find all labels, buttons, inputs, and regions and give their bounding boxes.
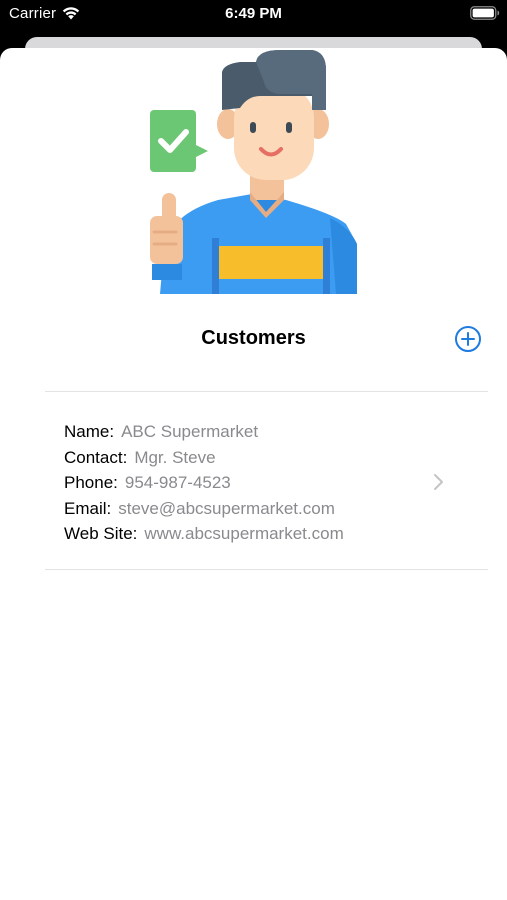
phone-field: Phone: 954-987-4523 [64,470,344,496]
email-value: steve@abcsupermarket.com [118,498,335,518]
website-value: www.abcsupermarket.com [144,524,344,543]
website-label: Web Site: [64,524,138,543]
customers-sheet: Customers Name: ABC Supermarket Contact: M… [0,48,507,900]
contact-value: Mgr. Steve [134,447,216,467]
bottom-divider [45,569,488,570]
phone-label: Phone: [64,473,118,492]
name-label: Name: [64,422,115,441]
page-title: Customers [201,327,306,349]
phone-value: 954-987-4523 [124,473,231,492]
contact-field: Contact: Mgr. Steve [64,445,344,471]
name-field: Name: ABC Supermarket [64,419,344,445]
status-bar: Carrier 6:49 PM [0,0,507,30]
add-customer-button[interactable] [454,325,482,353]
contact-label: Contact: [64,447,128,467]
battery-icon [470,6,500,20]
top-divider [45,391,488,392]
customer-details: Name: ABC Supermarket Contact: Mgr. Steve … [64,419,344,547]
name-value: ABC Supermarket [121,422,259,441]
status-time: 6:49 PM [225,5,282,22]
screen: Carrier 6:49 PM Customers Name: ABC Supe… [0,0,507,900]
customer-thumbs-up-illustration [150,50,357,294]
email-label: Email: [64,498,112,518]
email-field: Email: steve@abcsupermarket.com [64,496,344,522]
customer-row[interactable]: Name: ABC Supermarket Contact: Mgr. Steve … [0,393,507,569]
website-field: Web Site: www.abcsupermarket.com [64,521,344,547]
chevron-right-icon [434,474,443,490]
